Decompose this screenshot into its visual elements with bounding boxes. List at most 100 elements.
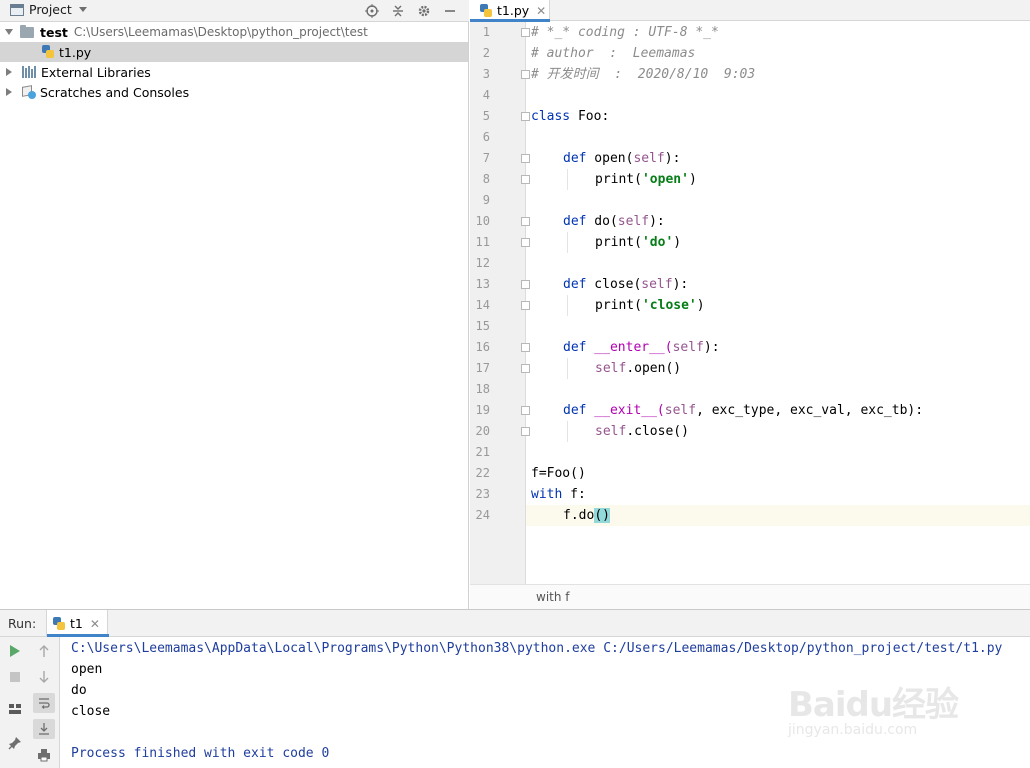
run-toolbar xyxy=(0,637,60,768)
expand-arrow-icon[interactable] xyxy=(5,29,13,35)
line-number: 6 xyxy=(482,130,490,144)
project-panel-header: Project xyxy=(0,0,469,22)
run-tab-label: t1 xyxy=(70,616,83,631)
breadcrumb: with f xyxy=(470,584,1030,609)
scroll-to-end-icon[interactable] xyxy=(33,719,55,739)
project-title: Project xyxy=(29,2,72,17)
console-line: open xyxy=(71,662,103,677)
folder-icon xyxy=(20,24,34,38)
crosshair-icon[interactable] xyxy=(359,2,385,20)
line-number: 23 xyxy=(475,487,490,501)
console-line: close xyxy=(71,704,111,719)
line-number: 22 xyxy=(475,466,490,480)
code-line-24: f.do() xyxy=(563,508,610,523)
line-number: 5 xyxy=(482,109,490,123)
run-panel: Run: t1 ✕ C:\Users\Leemamas\AppData\Loca… xyxy=(0,609,1030,768)
python-file-icon xyxy=(53,616,65,631)
tree-folder-name: test xyxy=(40,24,68,40)
code-line-7: def open(self): xyxy=(563,151,681,166)
console-line: C:\Users\Leemamas\AppData\Local\Programs… xyxy=(71,641,1003,656)
line-number: 9 xyxy=(482,193,490,207)
line-number: 21 xyxy=(475,445,490,459)
line-number: 1 xyxy=(482,25,490,39)
pin-icon[interactable] xyxy=(4,733,26,753)
brace-highlight: () xyxy=(594,508,610,523)
watermark-logo-text: Baidu经验 xyxy=(788,685,959,725)
code-line-19: def __exit__(self, exc_type, exc_val, ex… xyxy=(563,403,924,418)
gear-icon[interactable] xyxy=(411,2,437,20)
dropdown-arrow-icon xyxy=(78,7,87,12)
collapse-icon[interactable] xyxy=(385,2,411,20)
baidu-watermark: Baidu经验 jingyan.baidu.com xyxy=(788,677,978,749)
arrow-down-icon[interactable] xyxy=(33,667,55,687)
line-number: 10 xyxy=(475,214,490,228)
line-numbers: 1 2 3 4 5 6 7 8 9 10 11 12 13 14 15 16 1… xyxy=(470,22,530,584)
line-number: 4 xyxy=(482,88,490,102)
project-icon xyxy=(10,3,24,16)
tree-file-name: t1.py xyxy=(59,44,92,60)
tab-label: t1.py xyxy=(497,3,530,18)
tree-item-label: Scratches and Consoles xyxy=(40,84,190,100)
run-panel-header: Run: t1 ✕ xyxy=(0,610,1030,637)
layout-icon[interactable] xyxy=(4,699,26,719)
line-number: 12 xyxy=(475,256,490,270)
print-icon[interactable] xyxy=(33,745,55,765)
code-area[interactable]: # *_* coding : UTF-8 *_* # author : Leem… xyxy=(527,22,1030,584)
tree-item-test-folder[interactable]: test C:\Users\Leemamas\Desktop\python_pr… xyxy=(0,22,468,42)
code-line-14: print('close') xyxy=(595,298,705,313)
line-number: 17 xyxy=(475,361,490,375)
rerun-icon[interactable] xyxy=(4,641,26,661)
line-number: 11 xyxy=(475,235,490,249)
tree-item-external-libraries[interactable]: External Libraries xyxy=(0,62,468,82)
code-line-23: with f: xyxy=(531,487,586,502)
soft-wrap-icon[interactable] xyxy=(33,693,55,713)
line-number: 19 xyxy=(475,403,490,417)
code-line-13: def close(self): xyxy=(563,277,689,292)
code-line-11: print('do') xyxy=(595,235,682,250)
line-number: 24 xyxy=(475,508,490,522)
line-number: 13 xyxy=(475,277,490,291)
project-panel: Project test C:\Users\Leemamas\Desktop\p… xyxy=(0,0,469,609)
code-line-1: # *_* coding : UTF-8 *_* xyxy=(531,25,719,40)
arrow-up-icon[interactable] xyxy=(33,641,55,661)
line-number: 14 xyxy=(475,298,490,312)
line-number: 8 xyxy=(482,172,490,186)
editor-tab-bar: t1.py ✕ xyxy=(470,0,1030,22)
project-tree: test C:\Users\Leemamas\Desktop\python_pr… xyxy=(0,22,468,102)
tree-item-t1-py[interactable]: t1.py xyxy=(0,42,468,62)
run-label: Run: xyxy=(8,616,37,631)
stop-icon[interactable] xyxy=(4,667,26,687)
code-line-5: class Foo: xyxy=(531,109,610,124)
library-icon xyxy=(22,66,36,78)
code-line-8: print('open') xyxy=(595,172,697,187)
line-number: 16 xyxy=(475,340,490,354)
run-tab-t1[interactable]: t1 ✕ xyxy=(46,610,109,637)
line-number: 15 xyxy=(475,319,490,333)
project-view-selector[interactable]: Project xyxy=(10,2,87,17)
line-number: 18 xyxy=(475,382,490,396)
code-line-16: def __enter__(self): xyxy=(563,340,720,355)
tree-item-scratches[interactable]: Scratches and Consoles xyxy=(0,82,468,102)
code-line-17: self.open() xyxy=(595,361,682,376)
code-line-20: self.close() xyxy=(595,424,689,439)
expand-arrow-icon[interactable] xyxy=(6,88,12,96)
code-line-3: # 开发时间 : 2020/8/10 9:03 xyxy=(531,67,756,82)
line-number: 2 xyxy=(482,46,490,60)
code-line-10: def do(self): xyxy=(563,214,665,229)
code-editor: t1.py ✕ 1 2 3 4 5 6 7 8 9 10 11 12 13 14… xyxy=(470,0,1030,609)
breadcrumb-item[interactable]: with f xyxy=(536,590,570,604)
tab-t1-py[interactable]: t1.py ✕ xyxy=(470,0,550,22)
line-number: 7 xyxy=(482,151,490,165)
minimize-icon[interactable] xyxy=(437,2,463,20)
close-icon[interactable]: ✕ xyxy=(90,617,100,631)
python-file-icon xyxy=(42,45,54,59)
console-line: Process finished with exit code 0 xyxy=(71,746,330,761)
scratches-icon xyxy=(22,85,36,99)
expand-arrow-icon[interactable] xyxy=(6,68,12,76)
console-line: do xyxy=(71,683,87,698)
tree-item-label: External Libraries xyxy=(41,64,151,80)
close-icon[interactable]: ✕ xyxy=(536,4,546,18)
code-line-2: # author : Leemamas xyxy=(531,46,696,61)
python-file-icon xyxy=(480,3,492,18)
line-number: 20 xyxy=(475,424,490,438)
